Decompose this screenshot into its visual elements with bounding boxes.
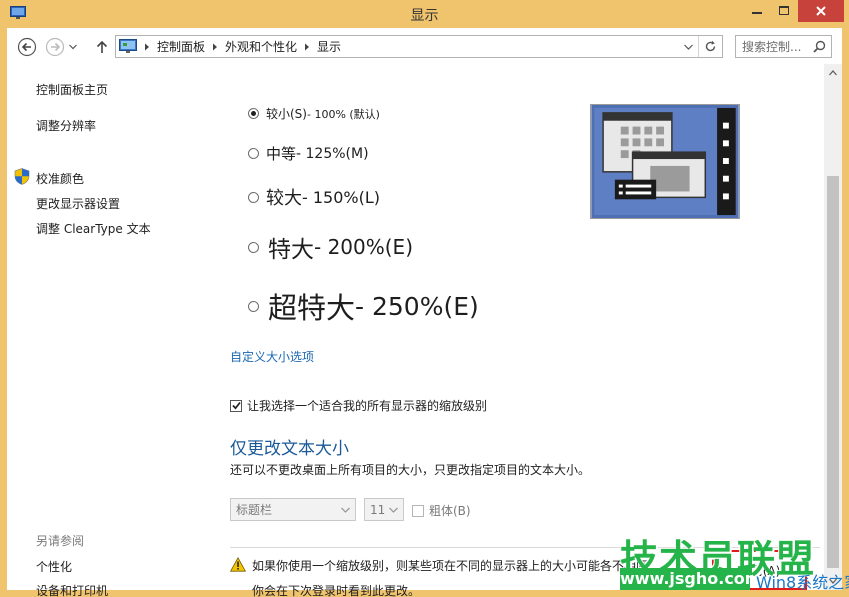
notice-text-line2: 你会在下次登录时看到此更改。 bbox=[252, 584, 421, 597]
forward-button[interactable] bbox=[44, 36, 66, 58]
chevron-down-icon bbox=[69, 44, 77, 50]
site-watermark: 技术员联盟 www.jsgho.com Win8系统之家 bbox=[620, 528, 849, 597]
up-arrow-icon bbox=[96, 40, 108, 53]
text-size-heading: 仅更改文本大小 bbox=[230, 439, 349, 459]
bold-checkbox[interactable] bbox=[412, 504, 424, 517]
same-scale-checkbox[interactable] bbox=[230, 399, 242, 412]
watermark-tagline: Win8系统之家 bbox=[756, 573, 849, 592]
option-label: 较大 bbox=[266, 188, 302, 209]
breadcrumb-display[interactable]: 显示 bbox=[317, 38, 341, 55]
bold-checkbox-row[interactable]: 粗体(B) bbox=[412, 502, 471, 519]
chevron-down-icon bbox=[389, 507, 398, 513]
scroll-thumb[interactable] bbox=[827, 176, 839, 568]
radio-button[interactable] bbox=[248, 108, 259, 119]
navigation-bar: 控制面板 外观和个性化 显示 bbox=[7, 28, 842, 64]
window-title: 显示 bbox=[410, 8, 439, 24]
close-button[interactable] bbox=[798, 0, 844, 22]
address-bar[interactable]: 控制面板 外观和个性化 显示 bbox=[115, 35, 723, 58]
address-history-button[interactable] bbox=[678, 36, 698, 57]
forward-arrow-icon bbox=[45, 37, 65, 57]
breadcrumb-appearance[interactable]: 外观和个性化 bbox=[225, 38, 297, 55]
scale-option-smaller[interactable]: 较小(S) - 100% (默认) bbox=[248, 105, 380, 122]
back-arrow-icon bbox=[17, 37, 37, 57]
radio-button[interactable] bbox=[248, 191, 259, 203]
sidebar: 控制面板主页 调整分辨率 校准颜色 更改显示器设置 调整 ClearType 文… bbox=[7, 64, 212, 597]
recent-pages-button[interactable] bbox=[67, 36, 79, 58]
sidebar-item-cleartype[interactable]: 调整 ClearType 文本 bbox=[36, 220, 151, 237]
sidebar-home-link[interactable]: 控制面板主页 bbox=[36, 81, 108, 98]
address-controls bbox=[678, 36, 722, 57]
scale-option-extra-extra-large[interactable]: 超特大 - 250%(E) bbox=[248, 285, 479, 327]
uac-shield-icon bbox=[14, 168, 30, 185]
chevron-up-icon bbox=[829, 70, 837, 76]
scroll-up-button[interactable] bbox=[824, 64, 842, 82]
up-button[interactable] bbox=[91, 36, 113, 58]
sidebar-item-calibrate-color[interactable]: 校准颜色 bbox=[36, 170, 84, 187]
notice-text-line1: 如果你使用一个缩放级别，则某些项在不同的显示器上的大小可能各不相同 bbox=[252, 559, 649, 573]
scale-option-extra-large[interactable]: 特大 - 200%(E) bbox=[248, 230, 413, 264]
font-size-select[interactable]: 11 bbox=[364, 498, 404, 521]
same-scale-checkbox-row[interactable]: 让我选择一个适合我的所有显示器的缩放级别 bbox=[230, 397, 487, 414]
breadcrumb-separator-icon bbox=[212, 43, 218, 51]
sidebar-item-devices-printers[interactable]: 设备和打印机 bbox=[36, 582, 108, 597]
minimize-icon bbox=[752, 12, 762, 14]
back-button[interactable] bbox=[16, 36, 38, 58]
vertical-scrollbar[interactable] bbox=[824, 64, 842, 590]
main-content: 较小(S) - 100% (默认) 中等 - 125%(M) 较大 - 150%… bbox=[212, 64, 824, 597]
radio-button[interactable] bbox=[248, 148, 259, 159]
breadcrumb-control-panel[interactable]: 控制面板 bbox=[157, 38, 205, 55]
option-percent: - 150%(L) bbox=[302, 187, 380, 207]
maximize-icon bbox=[779, 6, 789, 15]
scale-option-larger[interactable]: 较大 - 150%(L) bbox=[248, 184, 380, 210]
close-icon bbox=[816, 6, 826, 16]
breadcrumb-separator-icon bbox=[304, 43, 310, 51]
option-percent: - 125%(M) bbox=[296, 145, 369, 162]
maximize-button[interactable] bbox=[771, 0, 797, 22]
sidebar-item-personalization[interactable]: 个性化 bbox=[36, 558, 72, 575]
option-percent: - 200%(E) bbox=[314, 235, 413, 259]
breadcrumb-separator-icon bbox=[144, 43, 150, 51]
search-icon bbox=[813, 40, 826, 53]
refresh-button[interactable] bbox=[698, 36, 722, 57]
chevron-down-icon bbox=[341, 507, 350, 513]
sidebar-item-display-settings[interactable]: 更改显示器设置 bbox=[36, 195, 120, 212]
bold-label: 粗体(B) bbox=[429, 504, 471, 518]
scale-option-medium[interactable]: 中等 - 125%(M) bbox=[248, 143, 369, 164]
radio-button[interactable] bbox=[248, 241, 259, 253]
option-label: 特大 bbox=[268, 237, 314, 263]
refresh-icon bbox=[705, 40, 716, 52]
search-box[interactable] bbox=[735, 35, 832, 58]
option-percent: - 100% (默认) bbox=[306, 107, 380, 121]
text-item-select[interactable]: 标题栏 bbox=[230, 498, 356, 521]
sidebar-item-resolution[interactable]: 调整分辨率 bbox=[36, 117, 96, 134]
control-panel-icon bbox=[119, 39, 137, 53]
custom-sizing-link[interactable]: 自定义大小选项 bbox=[230, 348, 314, 365]
option-label: 超特大 bbox=[268, 291, 356, 325]
scale-preview-image bbox=[590, 104, 740, 219]
same-scale-label: 让我选择一个适合我的所有显示器的缩放级别 bbox=[247, 399, 488, 413]
see-also-title: 另请参阅 bbox=[36, 534, 85, 548]
chevron-down-icon bbox=[683, 44, 693, 50]
warning-icon bbox=[230, 557, 246, 572]
minimize-button[interactable] bbox=[744, 0, 770, 22]
option-label: 较小(S) bbox=[266, 107, 307, 121]
radio-button[interactable] bbox=[248, 300, 259, 312]
option-label: 中等 bbox=[266, 145, 297, 163]
window-body: 控制面板 外观和个性化 显示 搜索控制... 控制面板主页 调整分辨率 校准颜色… bbox=[7, 28, 842, 597]
option-percent: - 250%(E) bbox=[355, 291, 479, 321]
checkmark-icon bbox=[232, 401, 241, 410]
title-bar: 显示 bbox=[0, 0, 849, 28]
font-size-value: 11 bbox=[370, 502, 386, 517]
watermark-url: www.jsgho.com bbox=[620, 568, 762, 590]
text-item-value: 标题栏 bbox=[236, 503, 273, 517]
text-size-description: 还可以不更改桌面上所有项目的大小，只更改指定项目的文本大小。 bbox=[230, 463, 591, 477]
search-input[interactable] bbox=[742, 39, 814, 54]
